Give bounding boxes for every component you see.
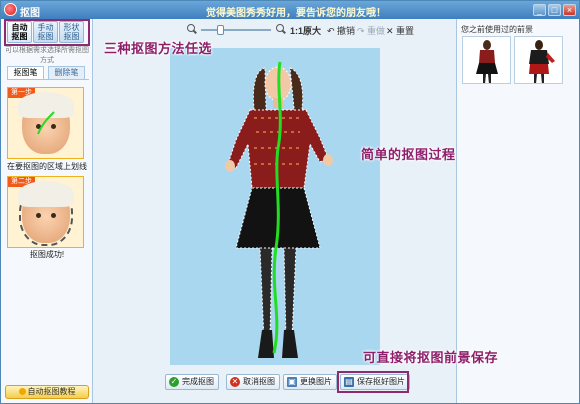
recent-foregrounds-title: 您之前使用过的前景 (461, 25, 533, 34)
complete-cutout-button[interactable]: ✓ 完成抠图 (165, 374, 219, 390)
main-window: 抠图 觉得美图秀秀好用，要告诉您的朋友哦！ _ □ × 自动抠图 手动抠图 形状… (0, 0, 580, 404)
stroke-line (37, 111, 55, 135)
mode-tabs-highlight (4, 19, 90, 46)
app-logo-icon (4, 3, 17, 16)
pen-tabs: 抠图笔 删除笔 (7, 66, 89, 80)
woman-thumbnail-icon (529, 40, 555, 83)
step-one-card: 第一步 (7, 87, 84, 159)
annotation-save: 可直接将抠图前景保存 (363, 350, 499, 365)
foreground-thumbnail[interactable] (514, 36, 563, 84)
zoom-slider[interactable] (201, 25, 271, 35)
woman-figure (225, 61, 333, 358)
change-image-label: 更换图片 (300, 377, 332, 386)
tab-cutout-pen[interactable]: 抠图笔 (7, 66, 44, 79)
title-bar: 抠图 觉得美图秀秀好用，要告诉您的朋友哦！ _ □ × (1, 1, 579, 19)
cancel-label: 取消抠图 (243, 377, 275, 386)
save-button-highlight (337, 371, 409, 393)
close-button[interactable]: × (563, 4, 576, 16)
woman-thumbnail-icon (476, 40, 498, 83)
redo-button[interactable]: ↷ 重做 (357, 24, 385, 37)
cancel-cutout-button[interactable]: ✕ 取消抠图 (226, 374, 280, 390)
original-size-button[interactable]: 1:1原大 (290, 24, 321, 37)
eye (51, 213, 56, 218)
zoom-slider-knob[interactable] (216, 25, 224, 35)
photo-canvas[interactable] (170, 48, 380, 365)
zoom-in-icon[interactable] (276, 24, 284, 32)
undo-button[interactable]: ↶ 撤销 (327, 24, 355, 37)
eye (36, 213, 41, 218)
tutorial-button[interactable]: 自动抠图教程 (5, 385, 89, 399)
baby-image-cutout (18, 181, 74, 246)
annotation-simple: 简单的抠图过程 (361, 147, 456, 162)
zoom-out-icon[interactable] (187, 24, 195, 32)
step-one-caption: 在要抠图的区域上划线 (7, 162, 87, 171)
annotation-modes: 三种抠图方法任选 (104, 41, 213, 56)
maximize-button[interactable]: □ (548, 4, 561, 16)
complete-label: 完成抠图 (182, 377, 214, 386)
tutorial-label: 自动抠图教程 (27, 387, 76, 396)
redo-label: 重做 (367, 26, 386, 36)
foreground-thumbnail[interactable] (462, 36, 511, 84)
action-bar: ✓ 完成抠图 ✕ 取消抠图 ▣ 更换图片 ▤ 保存抠好图片 (95, 365, 451, 403)
mode-hint: 可以根据需求选择所需抠图方式 (5, 47, 89, 64)
promo-text: 觉得美图秀秀好用，要告诉您的朋友哦！ (206, 8, 386, 19)
step-two-card: 第二步 (7, 176, 84, 248)
minimize-button[interactable]: _ (533, 4, 546, 16)
left-panel: 自动抠图 手动抠图 形状抠图 可以根据需求选择所需抠图方式 抠图笔 删除笔 第一… (1, 19, 93, 403)
change-image-button[interactable]: ▣ 更换图片 (283, 374, 337, 390)
canvas-area[interactable] (95, 39, 451, 365)
step-two-caption: 抠图成功! (29, 250, 65, 259)
check-icon: ✓ (169, 377, 179, 387)
reset-button[interactable]: ✕ 重置 (386, 24, 414, 37)
window-title: 抠图 (20, 8, 40, 19)
image-icon: ▣ (287, 377, 297, 387)
toolbar: 1:1原大 ↶ 撤销 ↷ 重做 ✕ 重置 (95, 19, 451, 39)
cancel-icon: ✕ (230, 377, 240, 387)
undo-label: 撤销 (337, 26, 356, 36)
reset-label: 重置 (396, 26, 415, 36)
lightbulb-icon (18, 388, 26, 395)
tab-erase-pen[interactable]: 删除笔 (48, 66, 85, 79)
